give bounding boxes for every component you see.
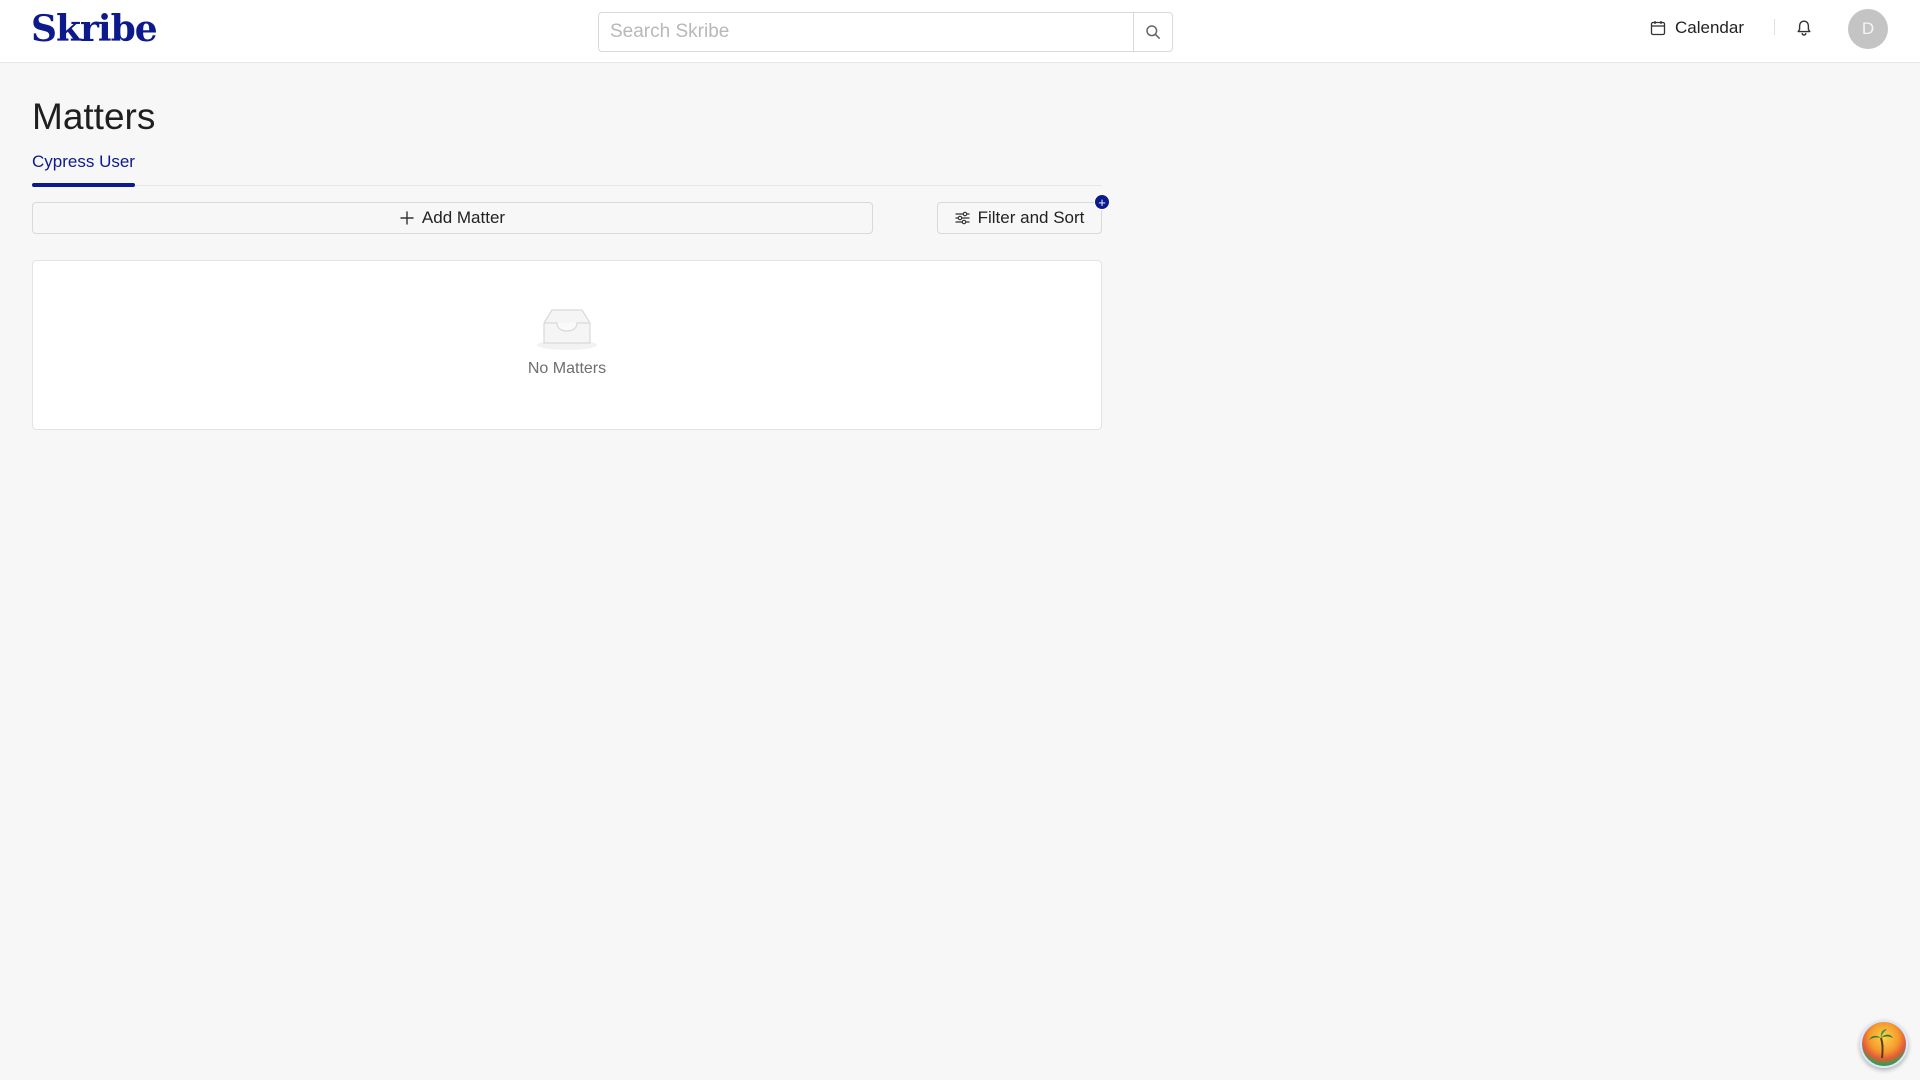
filter-and-sort-label: Filter and Sort [977,208,1085,227]
matters-list-empty: No Matters [32,260,1102,430]
sliders-icon [954,211,970,225]
add-matter-label: Add Matter [421,208,506,227]
calendar-icon [1650,21,1666,36]
top-navigation-bar: Skribe Calendar D [0,0,1920,63]
palm-tree-icon [1869,1029,1893,1059]
plus-icon [400,211,414,225]
empty-state-text: No Matters [527,360,607,377]
page-title: Matters [32,96,156,137]
search-icon [1146,25,1160,39]
search-bar [598,12,1173,52]
filter-and-sort-button[interactable]: Filter and Sort [937,202,1102,234]
floating-assistant-button[interactable] [1860,1020,1908,1068]
inbox-icon [537,309,597,350]
tab-cypress-user[interactable]: Cypress User [32,152,135,187]
search-input[interactable] [599,13,1133,51]
bell-icon [1797,20,1811,36]
tab-bar: Cypress User [32,146,1102,187]
add-matter-button[interactable]: Add Matter [32,202,873,234]
header-divider [1774,19,1775,35]
user-avatar[interactable]: D [1848,9,1888,49]
notifications-button[interactable] [1792,16,1816,40]
filter-badge: + [1094,194,1110,210]
skribe-logo[interactable]: Skribe [31,8,158,50]
search-button[interactable] [1133,13,1172,51]
calendar-link[interactable]: Calendar [1650,16,1744,40]
calendar-label: Calendar [1675,18,1744,37]
